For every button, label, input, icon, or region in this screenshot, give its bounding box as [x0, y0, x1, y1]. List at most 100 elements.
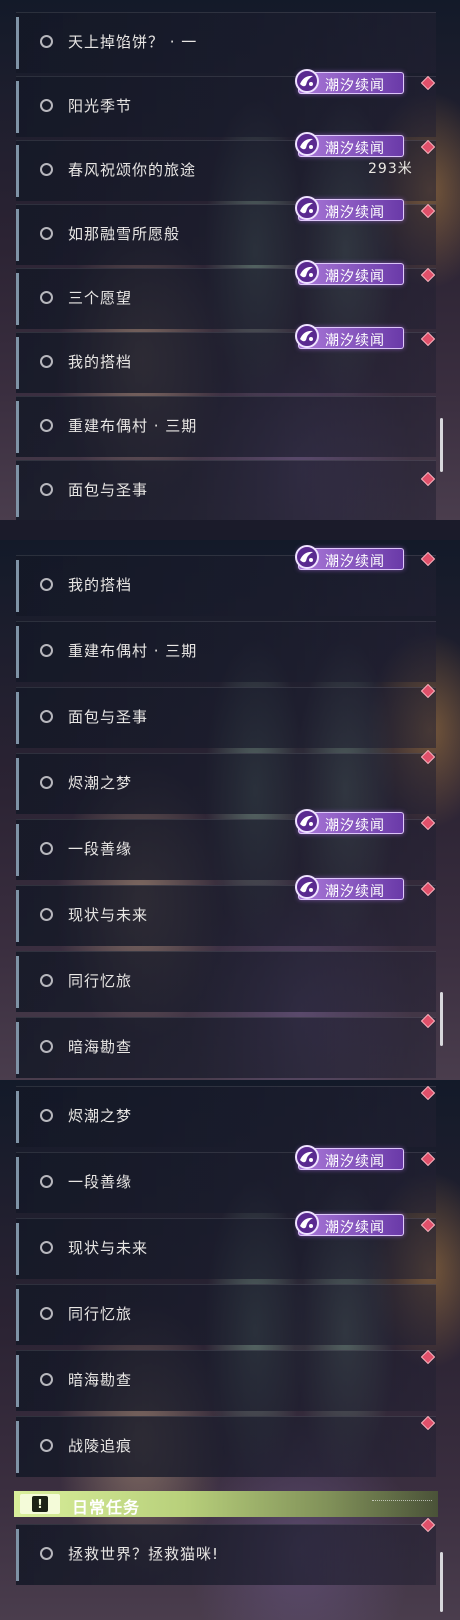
tide-sequel-badge: 潮汐续闻: [295, 69, 404, 94]
quest-title: 烬潮之梦: [68, 774, 133, 792]
quest-item[interactable]: 暗海勘查: [16, 1350, 436, 1411]
tide-sequel-badge: 潮汐续闻: [295, 260, 404, 285]
badge-label: 潮汐续闻: [325, 1220, 385, 1236]
quest-status-circle-icon: [40, 578, 53, 591]
quest-status-circle-icon: [40, 842, 53, 855]
quest-item[interactable]: 战陵追痕: [16, 1416, 436, 1477]
badge-label: 潮汐续闻: [325, 269, 385, 285]
daily-quests-section-header[interactable]: ! 日常任务: [14, 1491, 438, 1517]
badge-label: 潮汐续闻: [325, 554, 385, 570]
quest-status-circle-icon: [40, 419, 53, 432]
quest-item[interactable]: 拯救世界？拯救猫咪!: [16, 1524, 436, 1585]
quest-title: 我的搭档: [68, 576, 133, 594]
quest-list-panel-2: 我的搭档 重建布偶村 · 三期 面包与圣事 烬潮之梦 一段善缘 现状与未来 同行…: [0, 540, 460, 1080]
quest-title: 拯救世界？拯救猫咪!: [68, 1545, 220, 1563]
quest-status-circle-icon: [40, 644, 53, 657]
scrollbar-thumb[interactable]: [440, 418, 443, 472]
red-diamond-marker-icon: [421, 140, 435, 154]
tide-swirl-icon: [295, 1145, 319, 1169]
quest-status-circle-icon: [40, 1109, 53, 1122]
quest-item[interactable]: 同行忆旅: [16, 1284, 436, 1345]
quest-title: 暗海勘查: [68, 1371, 133, 1389]
quest-status-circle-icon: [40, 1175, 53, 1188]
red-diamond-marker-icon: [421, 472, 435, 486]
section-title: 日常任务: [72, 1498, 141, 1517]
quest-status-circle-icon: [40, 1373, 53, 1386]
quest-status-circle-icon: [40, 710, 53, 723]
quest-title: 如那融雪所愿般: [68, 225, 181, 243]
quest-item[interactable]: 同行忆旅: [16, 951, 436, 1012]
quest-status-circle-icon: [40, 1307, 53, 1320]
quest-title: 一段善缘: [68, 1173, 133, 1191]
quest-status-circle-icon: [40, 1439, 53, 1452]
red-diamond-marker-icon: [421, 1086, 435, 1100]
quest-list-panel-3: 烬潮之梦 一段善缘 现状与未来 同行忆旅 暗海勘查 战陵追痕 ! 日常任务 拯救…: [0, 1080, 460, 1620]
quest-status-circle-icon: [40, 974, 53, 987]
quest-status-circle-icon: [40, 1547, 53, 1560]
quest-distance: 293米: [368, 161, 413, 177]
quest-title: 战陵追痕: [68, 1437, 133, 1455]
red-diamond-marker-icon: [421, 1416, 435, 1430]
quest-status-circle-icon: [40, 776, 53, 789]
red-diamond-marker-icon: [421, 882, 435, 896]
scrollbar-thumb[interactable]: [440, 992, 443, 1046]
tide-swirl-icon: [295, 809, 319, 833]
quest-title: 烬潮之梦: [68, 1107, 133, 1125]
tide-swirl-icon: [295, 1211, 319, 1235]
tide-sequel-badge: 潮汐续闻: [295, 875, 404, 900]
tide-sequel-badge: 潮汐续闻: [295, 196, 404, 221]
badge-label: 潮汐续闻: [325, 78, 385, 94]
tide-sequel-badge: 潮汐续闻: [295, 324, 404, 349]
section-decoration: [372, 1500, 432, 1509]
quest-status-circle-icon: [40, 908, 53, 921]
quest-status-circle-icon: [40, 35, 53, 48]
quest-title: 春风祝颂你的旅途: [68, 161, 197, 179]
tide-sequel-badge: 潮汐续闻: [295, 132, 404, 157]
quest-status-circle-icon: [40, 291, 53, 304]
quest-item[interactable]: 面包与圣事: [16, 687, 436, 748]
quest-item[interactable]: 面包与圣事: [16, 460, 436, 520]
tide-swirl-icon: [295, 260, 319, 284]
quest-status-circle-icon: [40, 1040, 53, 1053]
quest-status-circle-icon: [40, 99, 53, 112]
red-diamond-marker-icon: [421, 684, 435, 698]
tide-swirl-icon: [295, 875, 319, 899]
quest-title: 现状与未来: [68, 1239, 149, 1257]
tide-sequel-badge: 潮汐续闻: [295, 1145, 404, 1170]
red-diamond-marker-icon: [421, 552, 435, 566]
tide-sequel-badge: 潮汐续闻: [295, 1211, 404, 1236]
quest-title: 三个愿望: [68, 289, 133, 307]
quest-title: 面包与圣事: [68, 481, 149, 499]
quest-title: 同行忆旅: [68, 972, 133, 990]
red-diamond-marker-icon: [421, 1350, 435, 1364]
red-diamond-marker-icon: [421, 750, 435, 764]
quest-status-circle-icon: [40, 355, 53, 368]
badge-label: 潮汐续闻: [325, 333, 385, 349]
badge-label: 潮汐续闻: [325, 1154, 385, 1170]
quest-status-circle-icon: [40, 483, 53, 496]
quest-list-panel-1: 天上掉馅饼？ · 一 阳光季节 春风祝颂你的旅途 293米 如那融雪所愿般 三个…: [0, 0, 460, 520]
badge-label: 潮汐续闻: [325, 818, 385, 834]
scrollbar-thumb[interactable]: [440, 1552, 443, 1612]
quest-title: 重建布偶村 · 三期: [68, 417, 198, 435]
quest-title: 我的搭档: [68, 353, 133, 371]
tide-swirl-icon: [295, 132, 319, 156]
quest-item[interactable]: 烬潮之梦: [16, 753, 436, 814]
badge-label: 潮汐续闻: [325, 141, 385, 157]
quest-item[interactable]: 天上掉馅饼？ · 一: [16, 12, 436, 73]
quest-item[interactable]: 重建布偶村 · 三期: [16, 396, 436, 457]
quest-title: 重建布偶村 · 三期: [68, 642, 198, 660]
quest-title: 现状与未来: [68, 906, 149, 924]
tide-swirl-icon: [295, 545, 319, 569]
quest-item[interactable]: 烬潮之梦: [16, 1086, 436, 1147]
tide-sequel-badge: 潮汐续闻: [295, 809, 404, 834]
red-diamond-marker-icon: [421, 1218, 435, 1232]
quest-item[interactable]: 暗海勘查: [16, 1017, 436, 1078]
quest-title: 暗海勘查: [68, 1038, 133, 1056]
tide-swirl-icon: [295, 69, 319, 93]
exclamation-icon: !: [20, 1494, 60, 1514]
red-diamond-marker-icon: [421, 1014, 435, 1028]
quest-item[interactable]: 重建布偶村 · 三期: [16, 621, 436, 682]
red-diamond-marker-icon: [421, 204, 435, 218]
red-diamond-marker-icon: [421, 1152, 435, 1166]
